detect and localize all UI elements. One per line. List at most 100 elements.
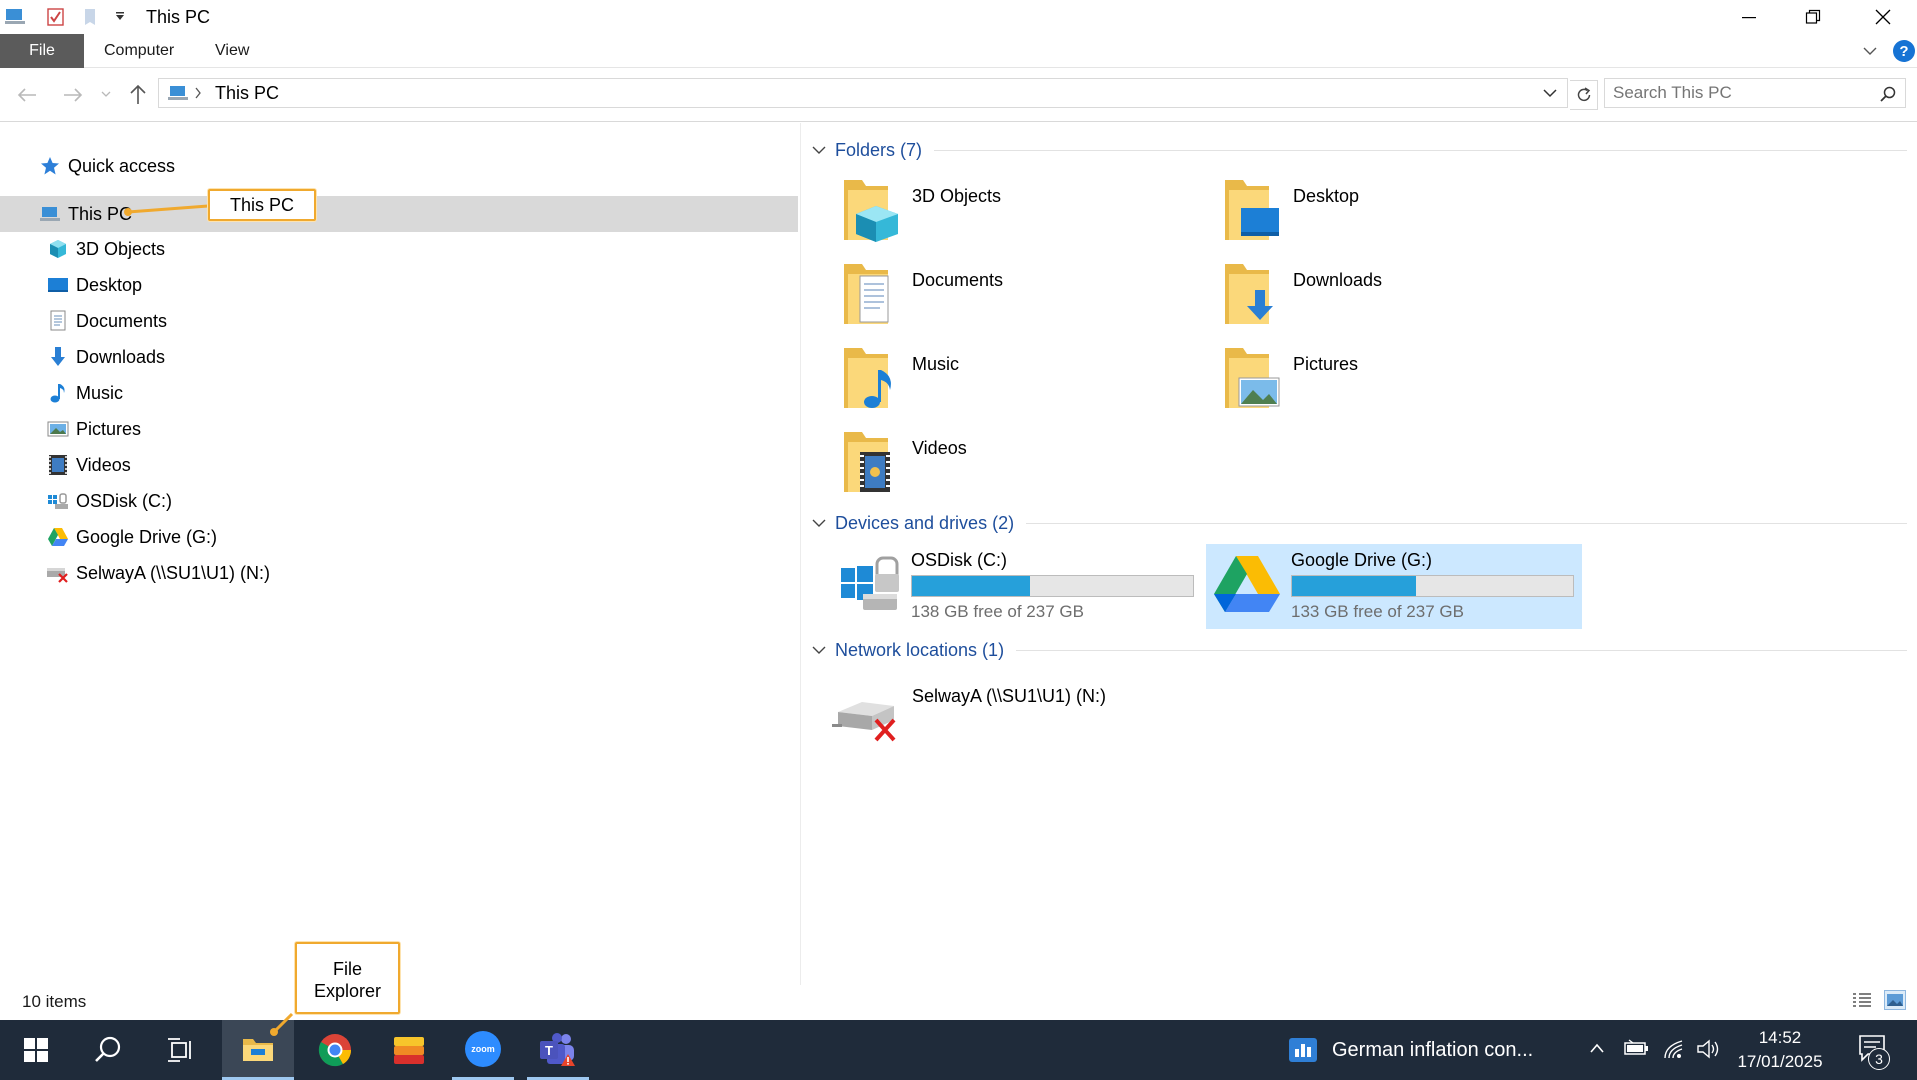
nav-item-network-drive[interactable]: SelwayA (\\SU1\U1) (N:)	[0, 555, 798, 591]
address-history-chevron-icon[interactable]	[1543, 88, 1557, 98]
search-input[interactable]	[1613, 82, 1863, 104]
quick-access-toolbar	[4, 6, 126, 28]
customize-toolbar-chevron-icon[interactable]	[114, 11, 126, 23]
restore-button[interactable]	[1778, 0, 1848, 34]
breadcrumb-separator-icon[interactable]	[194, 87, 202, 99]
this-pc-icon	[38, 202, 62, 226]
svg-text:?: ?	[1899, 43, 1908, 60]
folder-desktop-icon	[1223, 176, 1281, 244]
drive-tile-osdisk[interactable]: OSDisk (C:) 138 GB free of 237 GB	[841, 544, 1216, 629]
folder-tile-desktop[interactable]: Desktop	[1223, 176, 1603, 260]
group-title: Network locations (1)	[835, 639, 1005, 660]
nav-item-downloads[interactable]: Downloads	[0, 339, 798, 375]
taskbar-chrome[interactable]	[304, 1020, 366, 1080]
group-header-folders[interactable]: Folders (7)	[812, 135, 1907, 165]
group-header-network[interactable]: Network locations (1)	[812, 635, 1907, 665]
tab-computer[interactable]: Computer	[84, 34, 194, 68]
search-box[interactable]	[1604, 78, 1906, 108]
folder-label: 3D Objects	[912, 186, 1002, 206]
folder-tile-downloads[interactable]: Downloads	[1223, 260, 1603, 344]
tab-view[interactable]: View	[195, 34, 269, 68]
folder-tile-music[interactable]: Music	[842, 344, 1222, 428]
new-folder-icon[interactable]	[82, 7, 100, 27]
teams-icon: T	[538, 1032, 578, 1066]
desktop-icon	[46, 273, 70, 297]
title-bar: This PC	[0, 0, 1917, 34]
nav-item-pictures[interactable]: Pictures	[0, 411, 798, 447]
nav-label: Downloads	[76, 346, 166, 367]
up-arrow-icon[interactable]	[129, 83, 147, 105]
folder-tile-documents[interactable]: Documents	[842, 260, 1222, 344]
battery-icon[interactable]	[1623, 1039, 1649, 1057]
forward-arrow-icon[interactable]	[62, 86, 84, 104]
drive-tile-google-drive[interactable]: Google Drive (G:) 133 GB free of 237 GB	[1206, 544, 1582, 629]
nav-label: 3D Objects	[76, 238, 166, 259]
nav-item-3d-objects[interactable]: 3D Objects	[0, 231, 798, 267]
folder-tile-videos[interactable]: Videos	[842, 428, 1222, 512]
folder-downloads-icon	[1223, 260, 1281, 328]
download-arrow-icon	[46, 345, 70, 369]
nav-item-documents[interactable]: Documents	[0, 303, 798, 339]
callout-file-explorer: File Explorer	[295, 942, 400, 1014]
nav-item-videos[interactable]: Videos	[0, 447, 798, 483]
taskbar-office-app[interactable]	[378, 1020, 440, 1080]
close-button[interactable]	[1848, 0, 1917, 34]
search-icon[interactable]	[1879, 85, 1897, 103]
navigation-pane: Quick access This PC 3D Objects Desktop …	[0, 123, 800, 985]
nav-label: Google Drive (G:)	[76, 526, 218, 547]
nav-item-google-drive[interactable]: Google Drive (G:)	[0, 519, 798, 555]
network-icon[interactable]	[1662, 1038, 1686, 1060]
help-icon[interactable]: ?	[1892, 39, 1916, 63]
taskbar-news-widget[interactable]: German inflation con...	[1288, 1020, 1578, 1080]
nav-item-desktop[interactable]: Desktop	[0, 267, 798, 303]
group-title: Folders (7)	[835, 139, 923, 160]
network-location-tile[interactable]: SelwayA (\\SU1\U1) (N:)	[832, 682, 1212, 766]
callout-file-explorer-leader	[270, 1012, 294, 1036]
folder-music-icon	[842, 344, 900, 412]
search-taskbar-button[interactable]	[82, 1020, 134, 1080]
chevron-down-icon	[812, 145, 826, 155]
taskbar-zoom[interactable]: zoom	[452, 1020, 514, 1080]
window-title: This PC	[146, 7, 211, 27]
recent-locations-chevron-icon[interactable]	[101, 90, 111, 98]
nav-label: Music	[76, 382, 124, 403]
taskbar-teams[interactable]: T	[527, 1020, 589, 1080]
back-arrow-icon[interactable]	[16, 86, 38, 104]
start-button[interactable]	[10, 1020, 62, 1080]
nav-item-osdisk[interactable]: OSDisk (C:)	[0, 483, 798, 519]
large-icons-view-icon[interactable]	[1884, 990, 1906, 1010]
details-view-icon[interactable]	[1852, 992, 1872, 1010]
folder-label: Documents	[912, 270, 1004, 290]
folder-label: Downloads	[1293, 270, 1383, 290]
nav-label: Documents	[76, 310, 168, 331]
breadcrumb[interactable]: This PC	[215, 83, 279, 104]
windows-logo-icon	[23, 1037, 49, 1063]
nav-label: Pictures	[76, 418, 142, 439]
callout-this-pc-leader	[124, 204, 209, 216]
pane-divider[interactable]	[800, 123, 801, 985]
folder-tile-3d-objects[interactable]: 3D Objects	[842, 176, 1222, 260]
group-header-devices[interactable]: Devices and drives (2)	[812, 508, 1907, 538]
system-clock[interactable]: 14:52 17/01/2025	[1730, 1026, 1830, 1074]
nav-item-music[interactable]: Music	[0, 375, 798, 411]
star-icon	[38, 154, 62, 178]
address-bar[interactable]: This PC	[158, 78, 1568, 108]
refresh-icon[interactable]	[1570, 80, 1598, 110]
navigation-bar: This PC	[0, 68, 1917, 122]
task-view-button[interactable]	[154, 1020, 206, 1080]
minimize-button[interactable]	[1714, 0, 1784, 34]
chrome-icon	[317, 1032, 353, 1068]
nav-label: OSDisk (C:)	[76, 490, 172, 511]
disconnected-network-drive-icon	[832, 694, 904, 744]
folder-tile-pictures[interactable]: Pictures	[1223, 344, 1603, 428]
volume-icon[interactable]	[1696, 1038, 1720, 1060]
expand-ribbon-icon[interactable]	[1862, 44, 1878, 58]
chevron-down-icon	[812, 645, 826, 655]
show-hidden-icons-chevron-icon[interactable]	[1589, 1042, 1605, 1054]
system-drive-icon	[46, 489, 70, 513]
nav-quick-access[interactable]: Quick access	[0, 148, 798, 184]
folder-label: Pictures	[1293, 354, 1359, 374]
nav-label: SelwayA (\\SU1\U1) (N:)	[76, 562, 271, 583]
properties-icon[interactable]	[46, 7, 66, 27]
tab-file[interactable]: File	[0, 34, 84, 68]
